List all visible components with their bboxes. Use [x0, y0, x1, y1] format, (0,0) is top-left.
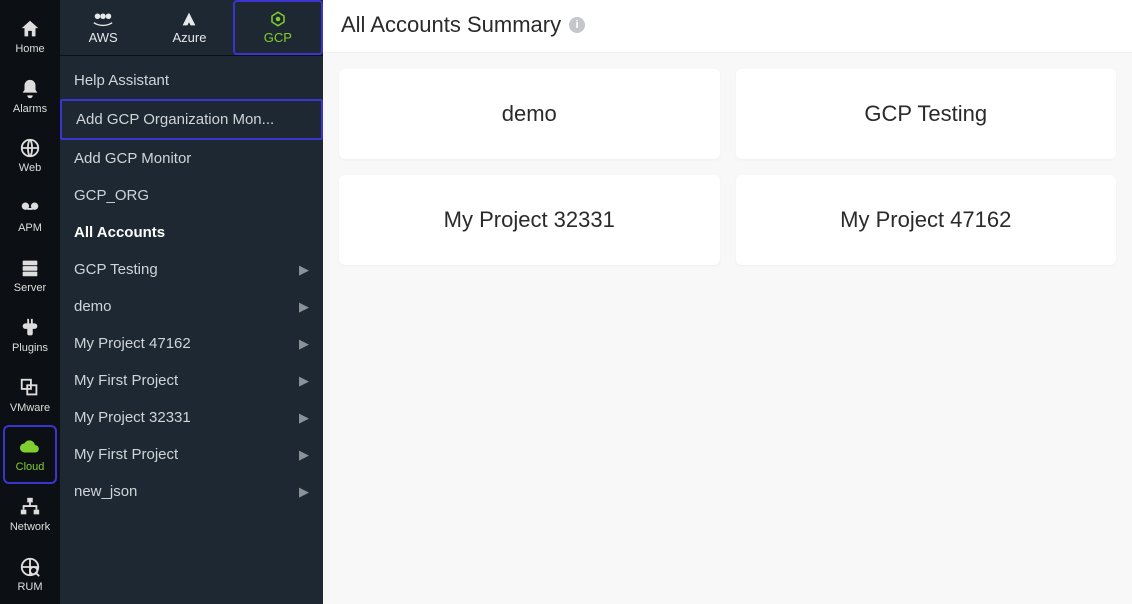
page-title: All Accounts Summary: [341, 12, 561, 38]
vmware-icon: [18, 376, 42, 400]
cloud-menu-label: GCP Testing: [74, 261, 158, 278]
cloud-menu-item[interactable]: My Project 32331 ▶: [60, 399, 323, 436]
rail-item-cloud[interactable]: Cloud: [3, 425, 57, 485]
cloud-sidebar: AWS Azure GCP Help Assistant Add GCP Organi…: [60, 0, 323, 604]
account-card[interactable]: GCP Testing: [736, 69, 1117, 159]
cloud-tab-aws[interactable]: AWS: [60, 0, 146, 55]
cloud-menu-label: Add GCP Organization Mon...: [76, 111, 274, 128]
cloud-icon: [18, 435, 42, 459]
cloud-menu-item[interactable]: Help Assistant: [60, 62, 323, 99]
rail-item-server[interactable]: Server: [3, 245, 57, 305]
chevron-right-icon: ▶: [299, 373, 309, 389]
rail-item-alarms[interactable]: Alarms: [3, 66, 57, 126]
aws-icon: [92, 10, 114, 28]
rail-item-apm[interactable]: APM: [3, 185, 57, 245]
chevron-right-icon: ▶: [299, 484, 309, 500]
cloud-menu-item[interactable]: My First Project ▶: [60, 436, 323, 473]
cloud-menu-item[interactable]: GCP Testing ▶: [60, 251, 323, 288]
cloud-menu-item[interactable]: My Project 47162 ▶: [60, 325, 323, 362]
account-card[interactable]: demo: [339, 69, 720, 159]
account-card[interactable]: My Project 32331: [339, 175, 720, 265]
apm-icon: [18, 196, 42, 220]
rail-item-network[interactable]: Network: [3, 484, 57, 544]
rail-item-label: VMware: [10, 402, 50, 414]
rail-item-label: Alarms: [13, 103, 47, 115]
web-icon: [18, 136, 42, 160]
rail-item-label: Plugins: [12, 342, 48, 354]
cloud-menu-item[interactable]: GCP_ORG: [60, 177, 323, 214]
info-icon[interactable]: i: [569, 17, 585, 33]
gcp-icon: [268, 10, 288, 28]
rail-item-label: Cloud: [16, 461, 45, 473]
cloud-tab-label: Azure: [173, 30, 207, 45]
rail-item-home[interactable]: Home: [3, 6, 57, 66]
cloud-menu-item[interactable]: demo ▶: [60, 288, 323, 325]
rail-item-label: RUM: [17, 581, 42, 593]
cloud-menu-label: My First Project: [74, 446, 178, 463]
rail-item-web[interactable]: Web: [3, 126, 57, 186]
chevron-right-icon: ▶: [299, 262, 309, 278]
cloud-menu-label: demo: [74, 298, 112, 315]
cloud-menu-label: new_json: [74, 483, 137, 500]
chevron-right-icon: ▶: [299, 336, 309, 352]
left-rail: Home Alarms Web APM Server Plugins VMware Cloud…: [0, 0, 60, 604]
cloud-menu-item[interactable]: new_json ▶: [60, 473, 323, 510]
home-icon: [18, 17, 42, 41]
cloud-provider-tabs: AWS Azure GCP: [60, 0, 323, 56]
server-icon: [18, 256, 42, 280]
rail-item-plugins[interactable]: Plugins: [3, 305, 57, 365]
cloud-menu-label: My Project 32331: [74, 409, 191, 426]
cloud-tab-label: AWS: [89, 30, 118, 45]
main-content: All Accounts Summary i demoGCP TestingMy…: [323, 0, 1132, 604]
cloud-menu-label: GCP_ORG: [74, 187, 149, 204]
plugins-icon: [18, 316, 42, 340]
cloud-menu-label: My Project 47162: [74, 335, 191, 352]
alarms-icon: [18, 77, 42, 101]
cloud-menu-item[interactable]: All Accounts: [60, 214, 323, 251]
rail-item-label: Web: [19, 162, 41, 174]
chevron-right-icon: ▶: [299, 447, 309, 463]
cloud-menu-item[interactable]: My First Project ▶: [60, 362, 323, 399]
cloud-menu-label: All Accounts: [74, 224, 165, 241]
cloud-menu-item[interactable]: Add GCP Organization Mon...: [60, 99, 323, 140]
rail-item-vmware[interactable]: VMware: [3, 365, 57, 425]
network-icon: [18, 495, 42, 519]
rum-icon: [18, 555, 42, 579]
cloud-menu-label: Add GCP Monitor: [74, 150, 191, 167]
cloud-menu-label: Help Assistant: [74, 72, 169, 89]
cloud-tab-label: GCP: [264, 30, 292, 45]
rail-item-rum[interactable]: RUM: [3, 544, 57, 604]
chevron-right-icon: ▶: [299, 299, 309, 315]
account-card[interactable]: My Project 47162: [736, 175, 1117, 265]
chevron-right-icon: ▶: [299, 410, 309, 426]
rail-item-label: APM: [18, 222, 42, 234]
azure-icon: [179, 10, 199, 28]
rail-item-label: Home: [15, 43, 44, 55]
cloud-tab-azure[interactable]: Azure: [146, 0, 232, 55]
cloud-tab-gcp[interactable]: GCP: [233, 0, 323, 55]
account-cards: demoGCP TestingMy Project 32331My Projec…: [323, 53, 1132, 281]
rail-item-label: Network: [10, 521, 50, 533]
cloud-menu-list: Help Assistant Add GCP Organization Mon..…: [60, 56, 323, 604]
rail-item-label: Server: [14, 282, 46, 294]
main-header: All Accounts Summary i: [323, 0, 1132, 53]
cloud-menu-label: My First Project: [74, 372, 178, 389]
cloud-menu-item[interactable]: Add GCP Monitor: [60, 140, 323, 177]
